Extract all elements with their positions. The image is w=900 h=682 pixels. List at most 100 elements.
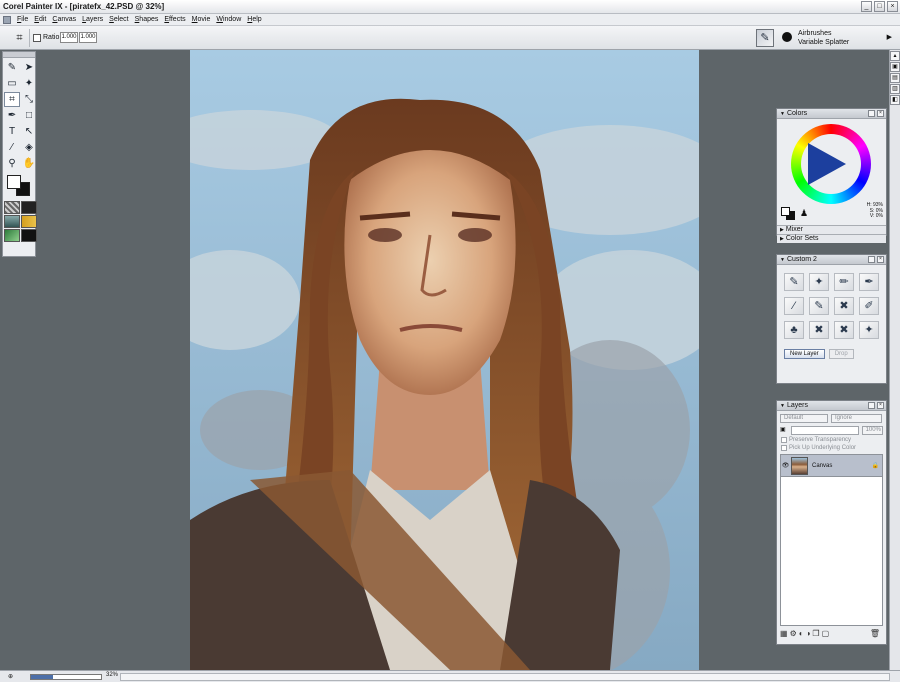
layer-row-canvas[interactable]: 👁 Canvas 🔒: [781, 455, 882, 477]
artwork-canvas[interactable]: [190, 50, 699, 670]
opacity-slider[interactable]: [790, 426, 859, 435]
menu-effects[interactable]: Effects: [164, 16, 185, 23]
brush-preset-icon[interactable]: ✐: [859, 297, 879, 315]
opacity-value[interactable]: 100%: [861, 426, 883, 435]
drop-button[interactable]: Drop: [828, 349, 854, 359]
composite-depth-select[interactable]: Ignore: [831, 414, 882, 423]
shape-select-icon[interactable]: ↖: [21, 124, 37, 139]
strip-button[interactable]: ▣: [890, 62, 900, 72]
preserve-transparency-checkbox[interactable]: [781, 437, 787, 443]
brush-preset-icon[interactable]: ✦: [809, 273, 829, 291]
palette-close-icon[interactable]: ×: [877, 110, 884, 117]
shape-icon[interactable]: □: [21, 108, 37, 123]
ratio-width-input[interactable]: 1.000: [60, 32, 78, 43]
menu-layers[interactable]: Layers: [82, 16, 103, 23]
preserve-transparency-option[interactable]: Preserve Transparency: [777, 435, 886, 443]
brush-preset-icon[interactable]: ✖: [834, 297, 854, 315]
vertical-scrollbar[interactable]: ▴ ▣ ▤ ▥ ◧: [889, 50, 900, 670]
zoom-value[interactable]: 32%: [106, 672, 118, 678]
ratio-height-input[interactable]: 1.000: [79, 32, 97, 43]
menu-shapes[interactable]: Shapes: [135, 16, 159, 23]
magic-wand-icon[interactable]: ✦: [21, 76, 37, 91]
paper-selector-icon[interactable]: [4, 201, 20, 214]
palette-menu-icon[interactable]: [868, 256, 875, 263]
trash-icon[interactable]: 🗑: [870, 629, 880, 638]
paint-bucket-icon[interactable]: ◈: [21, 140, 37, 155]
brush-preset-icon[interactable]: ⁄: [784, 297, 804, 315]
layer-adjuster-icon[interactable]: ➤: [21, 60, 37, 75]
dropper-icon[interactable]: ⁄: [4, 140, 20, 155]
look-selector-icon[interactable]: [4, 229, 20, 242]
brush-tool-icon[interactable]: ✎: [4, 60, 20, 75]
strip-button[interactable]: ▴: [890, 51, 900, 61]
brush-preset-icon[interactable]: ✒: [859, 273, 879, 291]
custom-palette-title[interactable]: ▼ Custom 2 ×: [777, 255, 886, 265]
ratio-checkbox[interactable]: [33, 34, 41, 42]
brush-variant-dot-icon[interactable]: [782, 32, 792, 42]
menu-file[interactable]: File: [17, 16, 28, 23]
main-color-swatch[interactable]: [7, 175, 21, 189]
mixer-section[interactable]: ▶ Mixer: [777, 225, 886, 234]
strip-button[interactable]: ▥: [890, 84, 900, 94]
layer-list[interactable]: 👁 Canvas 🔒: [780, 454, 883, 626]
eye-icon[interactable]: 👁: [781, 462, 790, 469]
colors-palette-title[interactable]: ▼ Colors ×: [777, 109, 886, 119]
close-button[interactable]: ×: [887, 1, 898, 12]
maximize-button[interactable]: □: [874, 1, 885, 12]
crop-tool-icon[interactable]: ⌗: [12, 31, 27, 45]
magnifier-icon[interactable]: ⚲: [4, 156, 20, 171]
palette-menu-icon[interactable]: [868, 110, 875, 117]
main-color-chip[interactable]: [781, 207, 790, 216]
brush-preset-icon[interactable]: ✖: [809, 321, 829, 339]
strip-button[interactable]: ▤: [890, 73, 900, 83]
chevron-right-icon[interactable]: ▶: [887, 33, 892, 41]
pen-icon[interactable]: ✒: [4, 108, 20, 123]
lock-icon[interactable]: 🔒: [872, 462, 879, 469]
brush-preset-icon[interactable]: ✎: [809, 297, 829, 315]
palette-close-icon[interactable]: ×: [877, 256, 884, 263]
nozzle-selector-icon[interactable]: [21, 229, 37, 242]
crop-icon[interactable]: ⌗: [4, 92, 20, 107]
zoom-icon[interactable]: ⊕: [8, 673, 13, 680]
layer-commands-icon[interactable]: ▦: [780, 629, 788, 638]
palette-close-icon[interactable]: ×: [877, 402, 884, 409]
menu-select[interactable]: Select: [109, 16, 128, 23]
color-sets-section[interactable]: ▶ Color Sets: [777, 234, 886, 243]
menu-window[interactable]: Window: [216, 16, 241, 23]
layers-palette-title[interactable]: ▼ Layers ×: [777, 401, 886, 411]
transform-icon[interactable]: ⤡: [21, 92, 37, 107]
menu-movie[interactable]: Movie: [192, 16, 211, 23]
horizontal-scrollbar[interactable]: [120, 673, 890, 681]
saturation-value-triangle[interactable]: [808, 143, 846, 185]
zoom-slider[interactable]: [30, 674, 102, 680]
grabber-hand-icon[interactable]: ✋: [21, 156, 37, 171]
dynamic-plugins-icon[interactable]: ⚙: [790, 629, 797, 638]
brush-preset-icon[interactable]: ✏: [834, 273, 854, 291]
minimize-button[interactable]: _: [861, 1, 872, 12]
strip-button[interactable]: ◧: [890, 95, 900, 105]
weaving-selector-icon[interactable]: [21, 215, 37, 228]
layer-mask-icon[interactable]: ◐: [799, 629, 804, 638]
pattern-selector-icon[interactable]: [4, 215, 20, 228]
pick-up-underlying-option[interactable]: Pick Up Underlying Color: [777, 443, 886, 451]
composite-method-select[interactable]: Default: [780, 414, 828, 423]
brush-preset-icon[interactable]: ✎: [784, 273, 804, 291]
pick-up-underlying-checkbox[interactable]: [781, 445, 787, 451]
collapse-triangle-icon[interactable]: ▼: [780, 111, 785, 117]
canvas-area[interactable]: [0, 50, 889, 670]
menu-help[interactable]: Help: [247, 16, 261, 23]
brush-selector[interactable]: ✎ Airbrushes Variable Splatter ▶: [742, 28, 896, 48]
rect-select-icon[interactable]: ▭: [4, 76, 20, 91]
text-icon[interactable]: T: [4, 124, 20, 139]
create-layer-mask-icon[interactable]: ◑: [806, 629, 811, 638]
menu-canvas[interactable]: Canvas: [52, 16, 76, 23]
palette-menu-icon[interactable]: [868, 402, 875, 409]
airbrush-icon[interactable]: ✎: [756, 29, 774, 47]
dropper-icon[interactable]: ♟: [800, 208, 808, 219]
brush-preset-icon[interactable]: ✦: [859, 321, 879, 339]
brush-preset-icon[interactable]: ✖: [834, 321, 854, 339]
new-layer-icon[interactable]: ❐: [812, 629, 819, 638]
document-icon[interactable]: [3, 15, 11, 24]
menu-edit[interactable]: Edit: [34, 16, 46, 23]
brush-preset-icon[interactable]: ♣: [784, 321, 804, 339]
